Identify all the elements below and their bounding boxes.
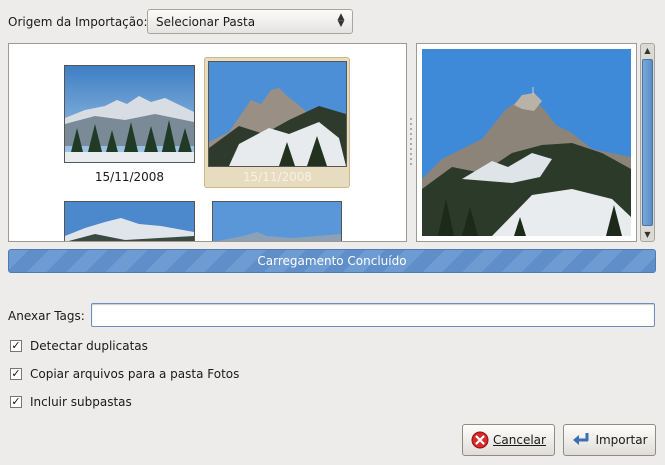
photo-thumbnail[interactable] <box>64 201 195 241</box>
tags-input[interactable] <box>91 303 655 327</box>
copy-to-photos-option[interactable]: ✓ Copiar arquivos para a pasta Fotos <box>10 367 239 381</box>
scroll-up-icon[interactable]: ▲ <box>641 44 654 57</box>
import-source-value: Selecionar Pasta <box>156 15 256 29</box>
import-source-label: Origem da Importação: <box>8 15 148 29</box>
photo-preview <box>416 43 637 242</box>
mountain-photo-image <box>65 66 194 162</box>
checkbox-checked-icon[interactable]: ✓ <box>10 396 22 408</box>
pane-splitter-handle[interactable] <box>409 118 413 166</box>
thumbnail-date: 15/11/2008 <box>94 170 165 184</box>
copy-to-photos-label: Copiar arquivos para a pasta Fotos <box>30 367 240 381</box>
checkbox-checked-icon[interactable]: ✓ <box>10 368 22 380</box>
photo-thumbnail-selected[interactable] <box>208 61 347 167</box>
scroll-down-icon[interactable]: ▼ <box>641 228 654 241</box>
thumbnail-scrollbar[interactable]: ▲ ▼ <box>640 43 655 242</box>
mountain-photo-image <box>65 202 194 241</box>
cancel-label: Cancelar <box>493 433 546 447</box>
detect-duplicates-label: Detectar duplicatas <box>30 339 148 353</box>
include-subfolders-label: Incluir subpastas <box>30 395 132 409</box>
import-button[interactable]: Importar <box>563 424 656 456</box>
scrollbar-thumb[interactable] <box>642 59 653 226</box>
mountain-preview-image <box>422 49 631 236</box>
include-subfolders-option[interactable]: ✓ Incluir subpastas <box>10 395 132 409</box>
detect-duplicates-option[interactable]: ✓ Detectar duplicatas <box>10 339 148 353</box>
up-down-arrows-icon: ▲ ▼ <box>337 12 345 29</box>
tags-label: Anexar Tags: <box>8 309 85 323</box>
photo-thumbnail[interactable] <box>64 65 195 163</box>
photo-thumbnail[interactable] <box>212 201 342 241</box>
thumbnail-date-selected: 15/11/2008 <box>242 170 313 184</box>
mountain-photo-image <box>209 62 346 166</box>
import-source-combo[interactable]: Selecionar Pasta ▲ ▼ <box>147 9 353 34</box>
cancel-icon <box>471 431 489 449</box>
import-arrow-icon <box>573 433 589 445</box>
mountain-photo-image <box>213 202 341 241</box>
checkbox-checked-icon[interactable]: ✓ <box>10 340 22 352</box>
import-label: Importar <box>595 433 648 447</box>
cancel-button[interactable]: Cancelar <box>462 424 555 456</box>
thumbnail-grid[interactable]: 15/11/2008 15/11/2008 <box>8 43 407 242</box>
loading-progress-bar: Carregamento Concluído <box>8 249 656 273</box>
